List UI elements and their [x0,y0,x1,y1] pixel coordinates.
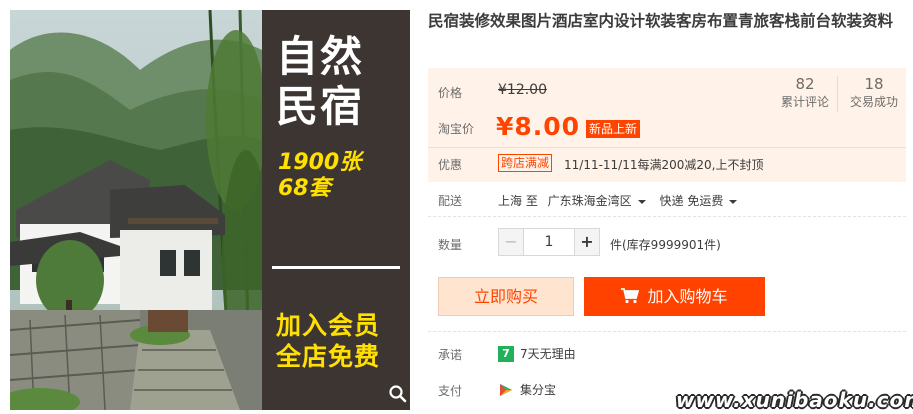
product-main-image[interactable]: 自然民宿 1900张 68套 加入会员 全店免费 [10,10,410,410]
sales-count-stat[interactable]: 18 交易成功 [842,74,906,110]
promo-divider [272,266,400,269]
ship-to-selector[interactable]: 广东珠海金湾区 [548,194,646,208]
promo-member-text: 加入会员 全店免费 [276,311,381,371]
increase-quantity-button[interactable]: + [574,228,600,256]
original-price: ¥12.00 [498,82,547,98]
promo-text-panel: 自然民宿 1900张 68套 加入会员 全店免费 [262,10,410,410]
shipping-label: 配送 [438,194,463,208]
seven-day-return-icon: 7 [498,346,514,362]
stats-divider [837,76,838,112]
section-divider [428,331,906,332]
chevron-down-icon [637,199,646,204]
quantity-stepper: − + [498,228,602,256]
promo-count: 1900张 68套 [278,150,362,201]
buy-now-button[interactable]: 立即购买 [438,277,574,316]
decrease-quantity-button[interactable]: − [498,228,524,256]
payment-label: 支付 [438,384,463,398]
ship-from: 上海 至 [498,194,538,208]
add-to-cart-label: 加入购物车 [647,287,728,306]
product-detail-page: 自然民宿 1900张 68套 加入会员 全店免费 民宿装修效果图片酒店室内设计软… [0,0,913,414]
tao-price-label: 淘宝价 [438,122,475,136]
tao-price: ¥8.00 [496,112,581,141]
shipping-fee-selector[interactable]: 快递 免运费 [660,194,738,208]
review-count-stat[interactable]: 82 累计评论 [773,74,837,110]
sales-count-label: 交易成功 [849,95,898,109]
new-arrival-badge: 新品上新 [586,120,641,138]
cross-store-discount-tag[interactable]: 跨店满减 [498,154,553,172]
review-count-label: 累计评论 [780,95,829,109]
price-label: 价格 [438,86,463,100]
guesthouse-photo [10,10,262,410]
promotion-label: 优惠 [438,158,463,172]
shipping-fee: 快递 免运费 [659,194,724,208]
add-to-cart-button[interactable]: 加入购物车 [584,277,765,316]
magnifier-icon[interactable] [388,384,408,404]
jifenbao-icon [500,384,512,396]
promo-headline: 自然民宿 [276,32,365,131]
quantity-input[interactable] [523,228,575,256]
payment-text: 集分宝 [520,383,557,397]
stock-text: 件(库存9999901件) [610,238,721,252]
section-divider [428,216,906,217]
review-count: 82 [795,75,815,93]
shopping-cart-icon [621,288,640,304]
chevron-down-icon [729,199,738,204]
sales-count: 18 [864,75,884,93]
guarantee-text: 7天无理由 [520,347,576,361]
ship-to: 广东珠海金湾区 [547,194,632,208]
price-box: 价格 ¥12.00 淘宝价 ¥8.00 新品上新 82 累计评论 18 交易成功… [428,68,906,182]
jifenbao-payment[interactable]: 集分宝 [498,382,556,398]
site-watermark: www.xunibaoku.com [676,388,913,412]
quantity-label: 数量 [438,238,463,252]
shipping-info: 上海 至 广东珠海金湾区 快递 免运费 [498,192,738,209]
promotion-text: 11/11-11/11每满200减20,上不封顶 [564,158,764,172]
seven-day-return-service[interactable]: 7 7天无理由 [498,346,576,362]
product-title: 民宿装修效果图片酒店室内设计软装客房布置青旅客栈前台软装资料 [428,12,894,30]
guarantee-label: 承诺 [438,348,463,362]
price-box-divider [428,147,906,148]
